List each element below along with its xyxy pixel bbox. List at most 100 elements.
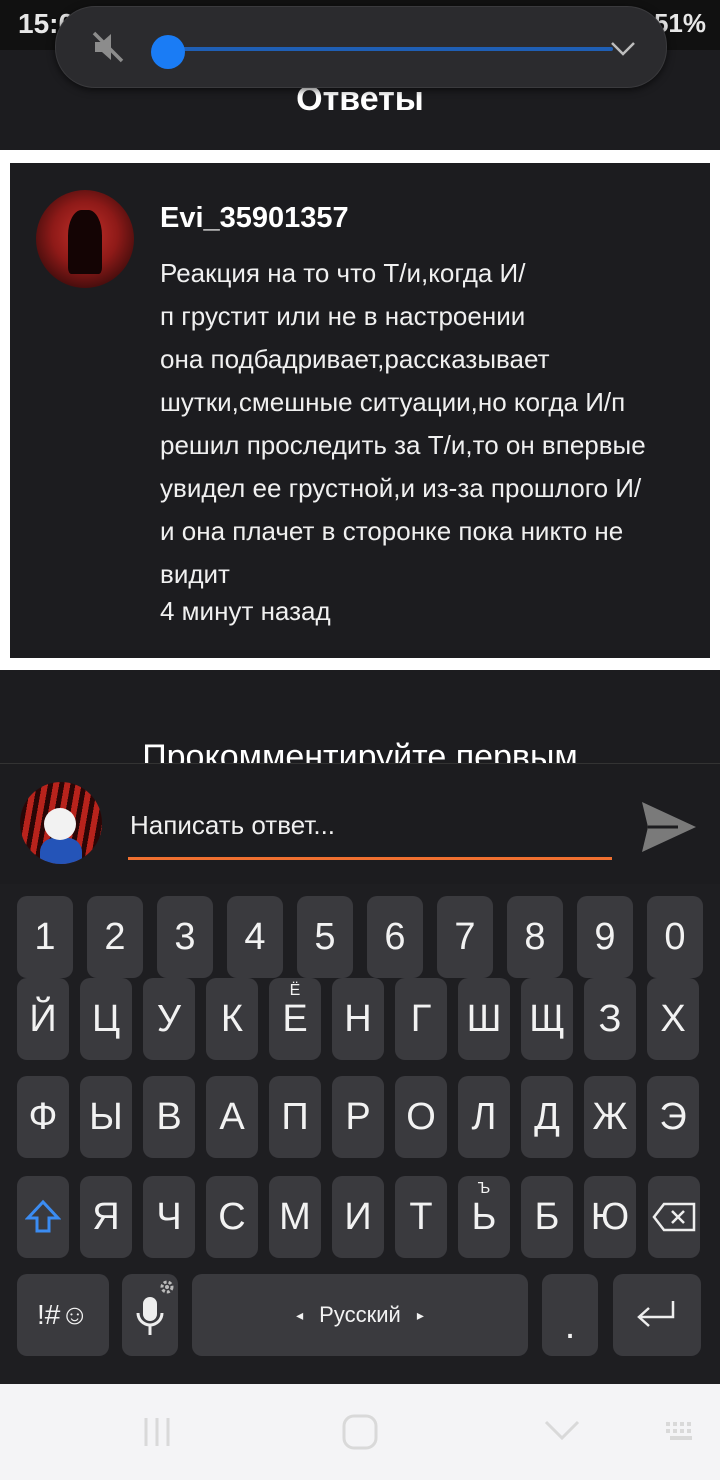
row3-key[interactable]: ЬЪ	[458, 1176, 510, 1258]
row_numbers-key[interactable]: 5	[297, 896, 353, 978]
keyboard-hide-icon[interactable]	[664, 1420, 698, 1444]
key-label: Ф	[28, 1095, 58, 1138]
keyboard: 123 456 7 890 ЙЦУКЕЁ НГШЩЗХ ФЫВАПРОЛДЖЭ ЯЧСМИТЬ…	[0, 884, 720, 1384]
row3-key[interactable]: Б	[521, 1176, 573, 1258]
row_numbers-key[interactable]: 2	[87, 896, 143, 978]
key-label: Н	[344, 997, 372, 1040]
key-label: 7	[454, 915, 476, 958]
key-label: А	[219, 1095, 245, 1138]
key-alt-label: Ё	[289, 982, 301, 999]
space-key-label: Русский	[319, 1302, 401, 1327]
volume-slider-track[interactable]	[168, 47, 613, 51]
reply-username[interactable]: Evi_35901357	[160, 202, 349, 235]
key-label: О	[406, 1095, 436, 1138]
key-label: 4	[244, 915, 266, 958]
key-label: Л	[471, 1095, 497, 1138]
row3-key[interactable]: С	[206, 1176, 258, 1258]
key-alt-label: Ъ	[477, 1180, 491, 1197]
row1-key[interactable]: Й	[17, 978, 69, 1060]
row1-key[interactable]: Н	[332, 978, 384, 1060]
row2-key[interactable]: Ж	[584, 1076, 636, 1158]
row_numbers-key[interactable]: 9	[577, 896, 633, 978]
mute-toggle-icon[interactable]	[90, 29, 126, 70]
key-label: У	[156, 997, 182, 1040]
key-label: 8	[524, 915, 546, 958]
key-label: Х	[660, 997, 686, 1040]
key-label: Я	[92, 1195, 120, 1238]
row_numbers-key[interactable]: 1	[17, 896, 73, 978]
row2-key[interactable]: Э	[647, 1076, 699, 1158]
key-label: Щ	[529, 997, 565, 1040]
language-right-icon: ▸	[416, 1306, 424, 1323]
voice-input-key[interactable]	[122, 1274, 178, 1356]
row3-key[interactable]: И	[332, 1176, 384, 1258]
row3-key[interactable]: М	[269, 1176, 321, 1258]
row2-key[interactable]: Ф	[17, 1076, 69, 1158]
key-label: Ш	[466, 997, 502, 1040]
row_numbers-key[interactable]: 6	[367, 896, 423, 978]
row2-key[interactable]: Ы	[80, 1076, 132, 1158]
avatar[interactable]	[36, 190, 134, 288]
key-label: Ч	[156, 1195, 182, 1238]
key-label: Р	[345, 1095, 371, 1138]
chevron-down-icon[interactable]	[608, 33, 638, 68]
row1-key[interactable]: Ш	[458, 978, 510, 1060]
send-icon	[642, 802, 696, 852]
language-left-icon: ◂	[296, 1306, 304, 1323]
row2-key[interactable]: П	[269, 1076, 321, 1158]
key-label: Ц	[91, 997, 121, 1040]
row1-key[interactable]: Г	[395, 978, 447, 1060]
key-label: Е	[282, 997, 308, 1040]
row1-key[interactable]: К	[206, 978, 258, 1060]
backspace-key[interactable]	[648, 1176, 700, 1258]
volume-slider-thumb[interactable]	[151, 35, 185, 69]
row_numbers-key[interactable]: 3	[157, 896, 213, 978]
key-label: Б	[534, 1195, 560, 1238]
row2-key[interactable]: Д	[521, 1076, 573, 1158]
row3-key[interactable]: Т	[395, 1176, 447, 1258]
key-label: Ы	[89, 1095, 123, 1138]
home-icon[interactable]	[340, 1412, 380, 1452]
key-label: 6	[384, 915, 406, 958]
key-label: П	[281, 1095, 309, 1138]
row2-key[interactable]: Р	[332, 1076, 384, 1158]
row3-key[interactable]: Я	[80, 1176, 132, 1258]
row_numbers-key[interactable]: 4	[227, 896, 283, 978]
row_numbers-key[interactable]: 7	[437, 896, 493, 978]
row1-key[interactable]: Ц	[80, 978, 132, 1060]
shift-key[interactable]	[17, 1176, 69, 1258]
key-label: Д	[534, 1095, 560, 1138]
space-key[interactable]: ◂ Русский ▸	[192, 1274, 528, 1356]
row2-key[interactable]: А	[206, 1076, 258, 1158]
row_numbers-key[interactable]: 8	[507, 896, 563, 978]
row2-key[interactable]: О	[395, 1076, 447, 1158]
send-button[interactable]	[640, 800, 698, 859]
key-label: В	[156, 1095, 182, 1138]
key-label: Й	[29, 997, 57, 1040]
enter-key[interactable]	[613, 1274, 701, 1356]
row2-key[interactable]: В	[143, 1076, 195, 1158]
row1-key[interactable]: Щ	[521, 978, 573, 1060]
row3-key[interactable]: Ю	[584, 1176, 636, 1258]
symbols-key[interactable]: !#☺	[17, 1274, 109, 1356]
key-label: И	[344, 1195, 372, 1238]
enter-icon	[637, 1301, 675, 1327]
row1-key[interactable]: З	[584, 978, 636, 1060]
row1-key[interactable]: У	[143, 978, 195, 1060]
period-key[interactable]: .	[542, 1274, 598, 1356]
row1-key[interactable]: ЕЁ	[269, 978, 321, 1060]
system-navigation-bar	[0, 1384, 720, 1480]
reply-timestamp: 4 минут назад	[160, 596, 331, 626]
key-label: С	[218, 1195, 246, 1238]
settings-gear-icon	[160, 1280, 174, 1294]
comments-section: Прокомментируйте первым	[0, 670, 720, 765]
recent-apps-icon[interactable]	[140, 1414, 176, 1450]
row_numbers-key[interactable]: 0	[647, 896, 703, 978]
reply-input[interactable]	[128, 794, 612, 860]
row3-key[interactable]: Ч	[143, 1176, 195, 1258]
row2-key[interactable]: Л	[458, 1076, 510, 1158]
key-label: 1	[34, 915, 56, 958]
key-label: 3	[174, 915, 196, 958]
row1-key[interactable]: Х	[647, 978, 699, 1060]
back-chevron-icon[interactable]	[542, 1416, 582, 1446]
